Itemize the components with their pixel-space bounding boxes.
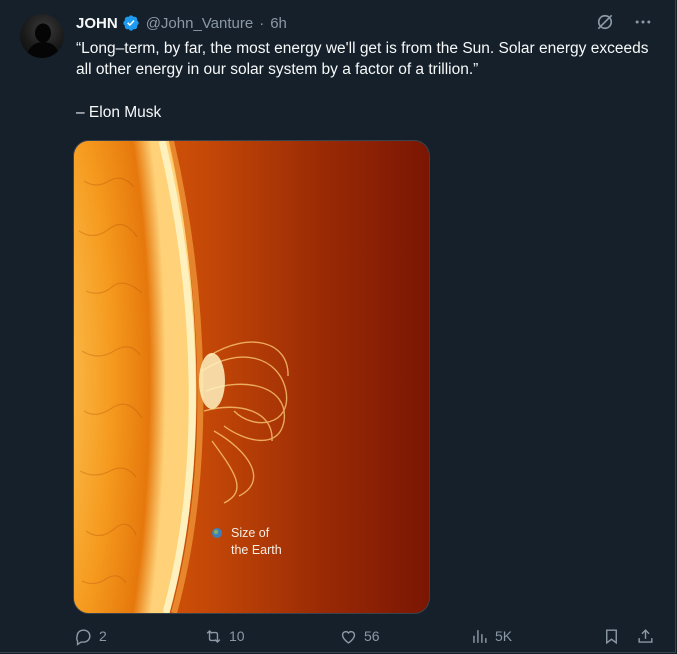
tweet-actions: 2 10 56 5K <box>72 624 662 648</box>
tweet-time[interactable]: 6h <box>270 15 287 32</box>
repost-count: 10 <box>229 628 245 644</box>
tweet-container[interactable]: JOHN @John_Vanture · 6h “Long–term, by f… <box>0 0 676 653</box>
views-count: 5K <box>495 628 513 644</box>
media-label-2: the Earth <box>231 543 282 557</box>
media-label-1: Size of <box>231 526 270 540</box>
bookmark-button[interactable] <box>602 624 621 648</box>
reply-icon <box>76 628 91 646</box>
avatar[interactable] <box>20 14 64 58</box>
views-button[interactable]: 5K <box>470 624 512 648</box>
repost-button[interactable]: 10 <box>204 624 245 648</box>
verified-badge-icon <box>122 14 140 32</box>
tweet-quote: “Long–term, by far, the most energy we'l… <box>76 40 649 78</box>
header-actions <box>595 12 653 32</box>
share-button[interactable] <box>636 624 655 648</box>
share-icon <box>638 628 653 643</box>
header-separator: · <box>259 14 265 32</box>
like-icon <box>341 630 356 644</box>
like-button[interactable]: 56 <box>339 624 380 648</box>
like-count: 56 <box>364 628 380 644</box>
more-icon[interactable] <box>633 12 653 32</box>
author-handle[interactable]: @John_Vanture <box>146 15 254 32</box>
reply-count: 2 <box>99 628 107 644</box>
views-icon <box>473 629 487 643</box>
tweet-image[interactable]: Size of the Earth <box>73 140 430 614</box>
repost-icon <box>206 629 221 643</box>
grok-icon[interactable] <box>595 12 615 32</box>
bookmark-icon <box>606 628 617 644</box>
tweet-text: “Long–term, by far, the most energy we'l… <box>76 38 656 123</box>
reply-button[interactable]: 2 <box>74 624 107 648</box>
tweet-attribution: – Elon Musk <box>76 104 162 121</box>
author-name[interactable]: JOHN <box>76 15 118 32</box>
tweet-header: JOHN @John_Vanture · 6h <box>76 12 287 34</box>
